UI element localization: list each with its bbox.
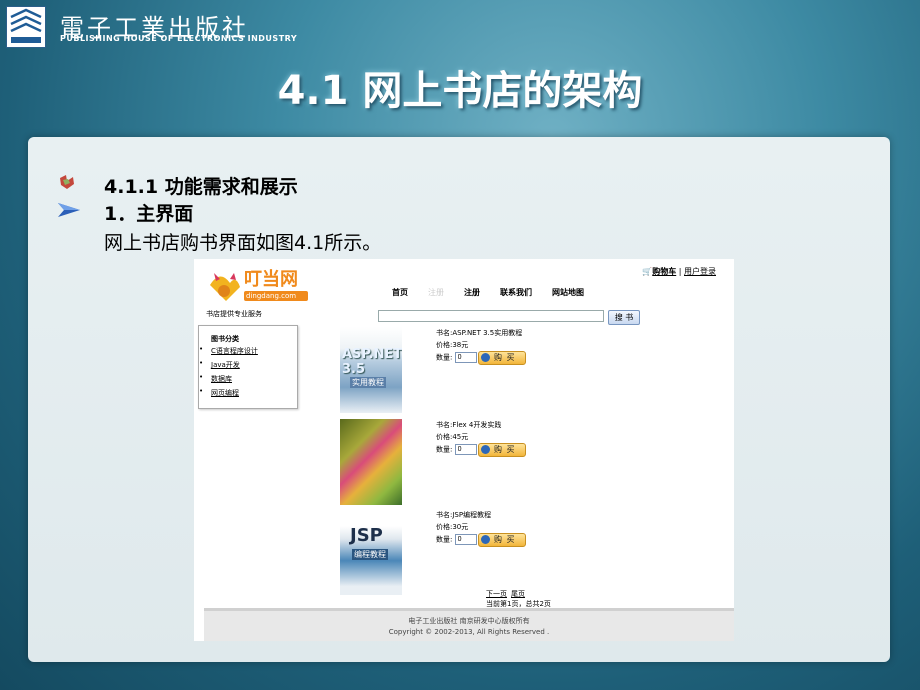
quantity-input[interactable] — [454, 352, 477, 363]
quantity-label: 数量: — [436, 445, 453, 454]
quantity-row: 数量: — [436, 444, 477, 455]
quantity-label: 数量: — [436, 535, 453, 544]
nav-register-dim[interactable]: 注册 — [428, 287, 444, 298]
book-price: 价格:30元 — [436, 523, 469, 531]
last-page-link[interactable]: 尾页 — [511, 590, 525, 598]
book-info: 书名:ASP.NET 3.5实用教程 价格:38元 — [436, 327, 522, 351]
book-item: JSP 编程教程 书名:JSP编程教程 价格:30元 数量: 购 买 — [340, 509, 540, 597]
nav-register[interactable]: 注册 — [464, 287, 480, 298]
footer-line1: 电子工业出版社 南京研发中心版权所有 — [408, 617, 530, 625]
book-item: ASP.NET 3.5 实用教程 书名:ASP.NET 3.5实用教程 价格:3… — [340, 327, 540, 415]
category-item[interactable]: 网页编程 — [199, 387, 258, 402]
category-item[interactable]: 数据库 — [199, 373, 258, 388]
book-item: 书名:Flex 4开发实践 价格:45元 数量: 购 买 — [340, 419, 540, 507]
arrow-bullet-icon — [58, 203, 80, 217]
cover-sub: 实用教程 — [350, 377, 386, 388]
nav-contact[interactable]: 联系我们 — [500, 287, 532, 298]
quantity-input[interactable] — [454, 534, 477, 545]
book-name: 书名:Flex 4开发实践 — [436, 421, 502, 429]
cart-area: 🛒购物车 | 用户登录 — [642, 267, 716, 276]
footer-line2: Copyright © 2002-2013, All Rights Reserv… — [388, 628, 550, 636]
book-info: 书名:Flex 4开发实践 价格:45元 — [436, 419, 501, 443]
book-cover: JSP 编程教程 — [340, 509, 402, 595]
buy-label: 购 买 — [494, 535, 516, 544]
category-item[interactable]: C语言程序设计 — [199, 345, 258, 360]
tagline: 书店提供专业服务 — [206, 310, 262, 318]
site-footer: 电子工业出版社 南京研发中心版权所有 Copyright © 2002-2013… — [204, 608, 734, 641]
slide-title: 4.1 网上书店的架构 — [277, 68, 643, 114]
buy-label: 购 买 — [494, 445, 516, 454]
bookstore-screenshot: 叮当网 dingdang.com 🛒购物车 | 用户登录 首页 注册 注册 联系我们网… — [194, 259, 734, 641]
top-nav: 首页 注册 注册 联系我们 网站地图 — [392, 287, 604, 298]
buy-icon — [481, 535, 490, 544]
book-cover: ASP.NET 3.5 实用教程 — [340, 327, 402, 413]
buy-label: 购 买 — [494, 353, 516, 362]
cover-sub: 编程教程 — [352, 549, 388, 560]
quantity-row: 数量: — [436, 534, 477, 545]
book-price: 价格:38元 — [436, 341, 469, 349]
category-box: 图书分类 C语言程序设计 Java开发 数据库 网页编程 — [198, 325, 298, 409]
search-button[interactable]: 搜 书 — [608, 310, 640, 325]
cover-title: ASP.NET 3.5 — [342, 347, 402, 377]
quantity-row: 数量: — [436, 352, 477, 363]
book-cover — [340, 419, 402, 505]
category-list: C语言程序设计 Java开发 数据库 网页编程 — [199, 345, 258, 402]
buy-button[interactable]: 购 买 — [478, 443, 526, 457]
description: 网上书店购书界面如图4.1所示。 — [104, 232, 382, 254]
publisher-logo — [6, 6, 46, 48]
nav-home[interactable]: 首页 — [392, 287, 408, 298]
book-name: 书名:ASP.NET 3.5实用教程 — [436, 329, 523, 337]
nav-sitemap[interactable]: 网站地图 — [552, 287, 584, 298]
quantity-input[interactable] — [454, 444, 477, 455]
cart-icon[interactable]: 🛒 — [642, 267, 652, 276]
category-heading: 图书分类 — [211, 335, 239, 343]
buy-button[interactable]: 购 买 — [478, 351, 526, 365]
site-logo-text: 叮当网 — [244, 269, 298, 290]
site-logo-sub: dingdang.com — [246, 292, 297, 300]
publisher-name-en: PUBLISHING HOUSE OF ELECTRONICS INDUSTRY — [60, 34, 298, 43]
buy-button[interactable]: 购 买 — [478, 533, 526, 547]
section-title: 4.1.1 功能需求和展示 — [104, 176, 298, 198]
buy-icon — [481, 445, 490, 454]
user-login-link[interactable]: 用户登录 — [684, 267, 716, 276]
search-input[interactable] — [378, 310, 604, 322]
pager: 下一页 尾页 当前第1页，总共2页 — [486, 589, 551, 609]
next-page-link[interactable]: 下一页 — [486, 590, 507, 598]
cover-title: JSP — [350, 525, 383, 546]
quantity-label: 数量: — [436, 353, 453, 362]
page-status: 当前第1页，总共2页 — [486, 600, 551, 608]
buy-icon — [481, 353, 490, 362]
flower-bullet-icon — [60, 175, 74, 189]
sub-title: 1．主界面 — [104, 203, 194, 225]
book-name: 书名:JSP编程教程 — [436, 511, 492, 519]
book-price: 价格:45元 — [436, 433, 469, 441]
cart-link[interactable]: 购物车 — [652, 267, 676, 276]
book-info: 书名:JSP编程教程 价格:30元 — [436, 509, 491, 533]
category-item[interactable]: Java开发 — [199, 359, 258, 374]
